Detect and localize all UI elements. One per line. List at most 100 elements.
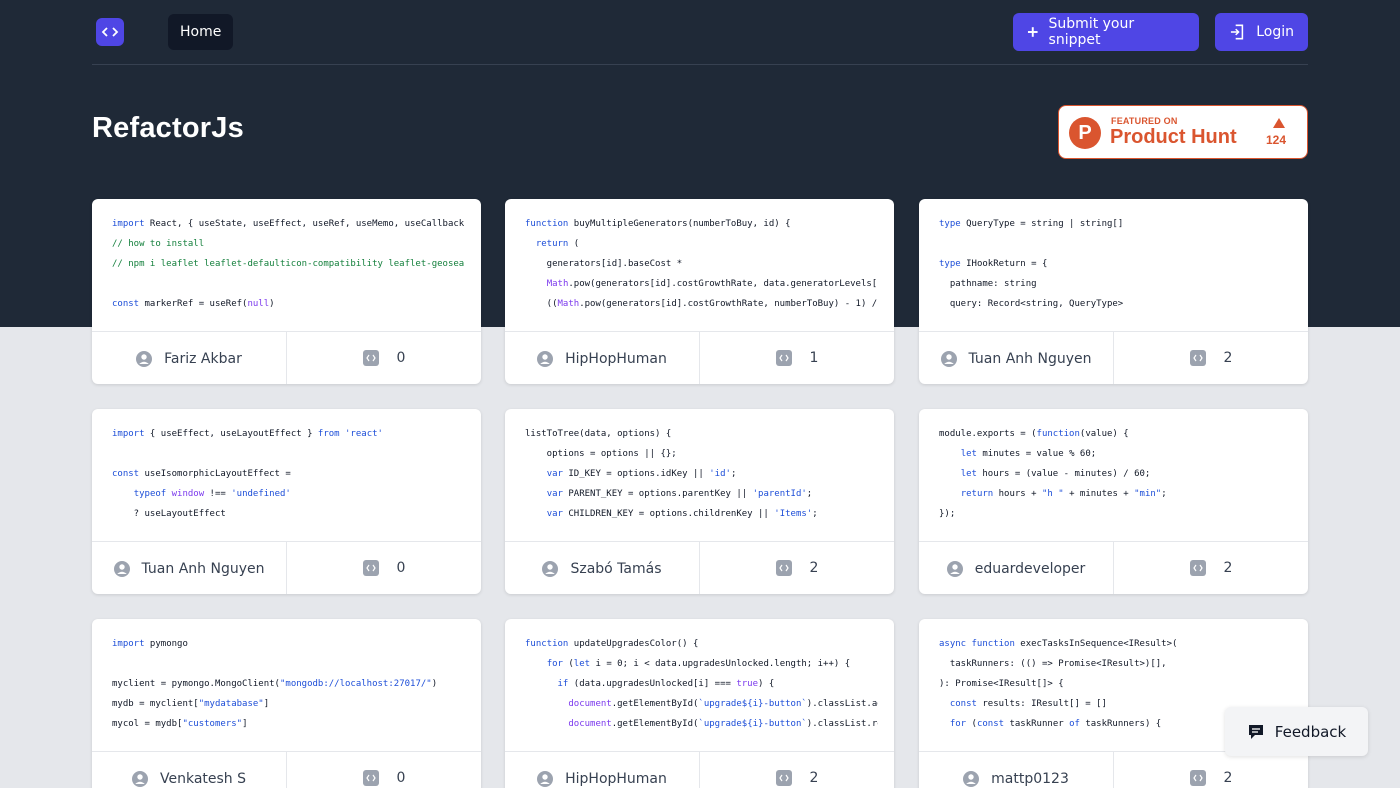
code-line: import pymongo — [112, 639, 188, 649]
refactor-count-value: 0 — [396, 770, 406, 786]
code-line: import { useEffect, useLayoutEffect } fr… — [112, 429, 383, 439]
code-line: const markerRef = useRef(null) — [112, 299, 275, 309]
snippet-author[interactable]: Fariz Akbar — [92, 332, 287, 384]
refactor-count-value: 2 — [809, 770, 819, 786]
card-footer: eduardeveloper 2 — [919, 541, 1308, 594]
code-line: for (let i = 0; i < data.upgradesUnlocke… — [546, 659, 851, 669]
code-line: query: Record<string, QueryType> — [939, 299, 1124, 309]
code-line: mycol = mydb["customers"] — [112, 719, 248, 729]
nav-home-link[interactable]: Home — [168, 14, 234, 50]
code-line: return hours + "h " + minutes + "min"; — [960, 489, 1167, 499]
code-line: var PARENT_KEY = options.parentKey || 'p… — [546, 489, 813, 499]
author-name: Fariz Akbar — [164, 350, 242, 367]
snippet-author[interactable]: Tuan Anh Nguyen — [919, 332, 1114, 384]
code-line: const useIsomorphicLayoutEffect = — [112, 469, 291, 479]
snippet-card[interactable]: import pymongo myclient = pymongo.MongoCl… — [92, 619, 481, 788]
snippet-author[interactable]: Venkatesh S — [92, 752, 287, 788]
code-icon — [775, 770, 792, 786]
snippet-refactor-count[interactable]: 2 — [700, 542, 894, 594]
author-name: HipHopHuman — [565, 350, 667, 367]
snippet-refactor-count[interactable]: 0 — [287, 542, 481, 594]
snippet-refactor-count[interactable]: 2 — [1114, 542, 1308, 594]
snippet-refactor-count[interactable]: 0 — [287, 332, 481, 384]
user-avatar-icon — [113, 560, 130, 577]
code-line: // how to install — [112, 239, 205, 249]
refactor-count-value: 1 — [809, 350, 819, 366]
refactor-count-value: 0 — [396, 350, 406, 366]
logo[interactable] — [96, 18, 124, 46]
feedback-button[interactable]: Feedback — [1225, 707, 1368, 756]
card-footer: HipHopHuman 1 — [505, 331, 894, 384]
refactor-count-value: 2 — [1223, 560, 1233, 576]
snippet-refactor-count[interactable]: 2 — [700, 752, 894, 788]
snippet-refactor-count[interactable]: 2 — [1114, 752, 1308, 788]
code-preview: listToTree(data, options) { options = op… — [505, 409, 894, 541]
card-footer: Szabó Tamás 2 — [505, 541, 894, 594]
snippet-author[interactable]: mattp0123 — [919, 752, 1114, 788]
code-line: function buyMultipleGenerators(numberToB… — [525, 219, 791, 229]
product-hunt-featured-text: FEATURED ON — [1111, 116, 1178, 126]
user-avatar-icon — [131, 770, 148, 787]
code-line: myclient = pymongo.MongoClient("mongodb:… — [112, 679, 438, 689]
code-line: function updateUpgradesColor() { — [525, 639, 699, 649]
code-icon — [775, 560, 792, 576]
code-preview: function updateUpgradesColor() { for (le… — [505, 619, 894, 751]
author-name: Tuan Anh Nguyen — [968, 350, 1092, 367]
code-line: module.exports = (function(value) { — [939, 429, 1129, 439]
author-name: mattp0123 — [991, 770, 1069, 787]
code-line: listToTree(data, options) { — [525, 429, 672, 439]
code-line: var ID_KEY = options.idKey || 'id'; — [546, 469, 737, 479]
snippet-author[interactable]: Szabó Tamás — [505, 542, 700, 594]
snippet-author[interactable]: HipHopHuman — [505, 752, 700, 788]
page-title: RefactorJs — [92, 112, 244, 144]
code-line: if (data.upgradesUnlocked[i] === true) { — [557, 679, 775, 689]
card-footer: HipHopHuman 2 — [505, 751, 894, 788]
code-line: pathname: string — [939, 279, 1037, 289]
user-avatar-icon — [136, 350, 153, 367]
code-icon — [1189, 770, 1206, 786]
card-footer: Tuan Anh Nguyen 2 — [919, 331, 1308, 384]
snippet-refactor-count[interactable]: 0 — [287, 752, 481, 788]
snippet-card[interactable]: async function execTasksInSequence<IResu… — [919, 619, 1308, 788]
snippet-card[interactable]: module.exports = (function(value) { let … — [919, 409, 1308, 594]
code-brackets-icon — [101, 27, 119, 37]
snippet-card[interactable]: function buyMultipleGenerators(numberToB… — [505, 199, 894, 384]
user-avatar-icon — [542, 560, 559, 577]
code-line: typeof window !== 'undefined' — [133, 489, 291, 499]
snippet-card[interactable]: listToTree(data, options) { options = op… — [505, 409, 894, 594]
user-avatar-icon — [940, 350, 957, 367]
snippet-card[interactable]: import React, { useState, useEffect, use… — [92, 199, 481, 384]
snippet-card[interactable]: function updateUpgradesColor() { for (le… — [505, 619, 894, 788]
product-hunt-upvote-count: 124 — [1266, 133, 1287, 147]
snippet-card[interactable]: type QueryType = string | string[] type I… — [919, 199, 1308, 384]
product-hunt-badge[interactable]: P FEATURED ON Product Hunt 124 — [1058, 105, 1308, 159]
login-button[interactable]: Login — [1215, 13, 1308, 51]
card-footer: Tuan Anh Nguyen 0 — [92, 541, 481, 594]
submit-snippet-label: Submit your snippet — [1048, 16, 1135, 48]
code-line: return ( — [535, 239, 580, 249]
submit-snippet-button[interactable]: Submit your snippet — [1013, 13, 1199, 51]
snippet-author[interactable]: HipHopHuman — [505, 332, 700, 384]
snippet-refactor-count[interactable]: 1 — [700, 332, 894, 384]
login-icon — [1230, 24, 1244, 40]
code-preview: module.exports = (function(value) { let … — [919, 409, 1308, 541]
snippet-refactor-count[interactable]: 2 — [1114, 332, 1308, 384]
code-line: // npm i leaflet leaflet-defaulticon-com… — [112, 259, 465, 269]
code-line: let minutes = value % 60; — [960, 449, 1097, 459]
code-line: ? useLayoutEffect — [112, 509, 226, 519]
author-name: eduardeveloper — [974, 560, 1086, 577]
code-line: var CHILDREN_KEY = options.childrenKey |… — [546, 509, 818, 519]
author-name: HipHopHuman — [565, 770, 667, 787]
code-icon — [1189, 560, 1206, 576]
user-avatar-icon — [963, 770, 980, 787]
code-line: import React, { useState, useEffect, use… — [112, 219, 465, 229]
product-hunt-name: Product Hunt — [1110, 126, 1237, 148]
snippet-author[interactable]: eduardeveloper — [919, 542, 1114, 594]
code-icon — [362, 350, 379, 366]
snippet-author[interactable]: Tuan Anh Nguyen — [92, 542, 287, 594]
code-preview: import { useEffect, useLayoutEffect } fr… — [92, 409, 481, 541]
user-avatar-icon — [537, 770, 554, 787]
code-line: ): Promise<IResult[]> { — [939, 679, 1064, 689]
snippet-card[interactable]: import { useEffect, useLayoutEffect } fr… — [92, 409, 481, 594]
